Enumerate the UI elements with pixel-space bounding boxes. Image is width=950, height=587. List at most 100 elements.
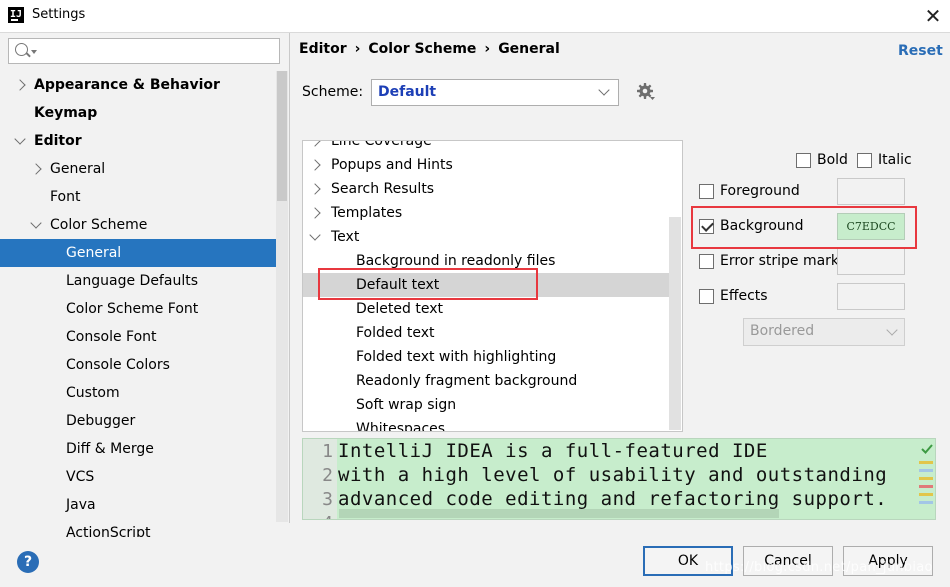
chevron-right-icon[interactable] [309,183,321,195]
preview-scrollbar[interactable] [339,509,779,518]
element-list-item[interactable]: Folded text [303,321,671,345]
element-list-label: Readonly fragment background [356,373,578,389]
settings-sidebar: Appearance & Behavior Keymap Editor General… [0,33,290,537]
search-input[interactable] [39,41,279,63]
element-list-item[interactable]: Soft wrap sign [303,393,671,417]
watermark: https://blog.csdn.net/pan_junbiao [705,560,933,575]
line-number: 4 [313,513,333,519]
breadcrumb: Editor › Color Scheme › General [299,41,560,57]
effects-style-value: Bordered [750,323,815,339]
chevron-right-icon[interactable] [14,79,26,91]
code-line[interactable]: with a high level of usability and outst… [338,464,887,486]
scheme-value: Default [378,84,437,100]
error-stripe-label: Error stripe mark [720,253,840,269]
element-tree-scrollbar[interactable] [669,217,681,430]
code-line[interactable]: IntelliJ IDEA is a full-featured IDE [338,440,768,462]
element-list-label: Popups and Hints [331,157,453,173]
element-list-item[interactable]: Search Results [303,177,671,201]
sidebar-item[interactable]: General [0,239,276,267]
sidebar-item[interactable]: ActionScript [0,519,276,537]
sidebar-item[interactable]: Editor [0,127,276,155]
error-stripe-color-swatch[interactable] [837,248,905,275]
help-button[interactable]: ? [17,551,39,573]
sidebar-item[interactable]: Language Defaults [0,267,276,295]
sidebar-item[interactable]: Color Scheme [0,211,276,239]
foreground-color-swatch[interactable] [837,178,905,205]
sidebar-item[interactable]: Java [0,491,276,519]
element-list-item[interactable]: Line Coverage [303,140,671,153]
reset-link[interactable]: Reset [898,43,943,59]
sidebar-item-label: Diff & Merge [66,441,154,457]
code-line[interactable]: advanced code editing and refactoring su… [338,488,887,510]
title-bar [0,0,950,32]
breadcrumb-editor: Editor [299,41,347,57]
effects-style-dropdown[interactable]: Bordered [743,318,905,346]
close-icon[interactable]: ✕ [920,3,946,29]
chevron-right-icon[interactable] [309,159,321,171]
chevron-down-icon[interactable] [14,133,26,145]
error-stripe-marker [919,477,933,480]
foreground-checkbox[interactable] [699,184,714,199]
breadcrumb-color-scheme: Color Scheme [368,41,477,57]
element-list-label: Whitespaces [356,421,446,432]
element-list-item[interactable]: Whitespaces [303,417,671,432]
intellij-app-icon: IJ [8,7,24,23]
italic-checkbox[interactable] [857,153,872,168]
breadcrumb-separator: › [484,41,491,57]
element-list-item[interactable]: Templates [303,201,671,225]
sidebar-item[interactable]: Console Font [0,323,276,351]
element-list-label: Line Coverage [331,140,432,149]
search-options-icon[interactable] [31,50,37,54]
element-list-item[interactable]: Popups and Hints [303,153,671,177]
chevron-right-icon[interactable] [309,141,321,147]
chevron-down-icon [598,84,610,96]
sidebar-item[interactable]: Custom [0,379,276,407]
breadcrumb-separator: › [354,41,361,57]
chevron-down-icon[interactable] [309,229,321,241]
sidebar-item[interactable]: Console Colors [0,351,276,379]
foreground-label: Foreground [720,183,800,199]
error-stripe-marker [919,461,933,464]
chevron-down-icon[interactable] [30,217,42,229]
sidebar-item[interactable]: Appearance & Behavior [0,71,276,99]
element-list-label: Folded text [356,325,435,341]
error-stripe-marker [919,469,933,472]
element-list-label: Folded text with highlighting [356,349,557,365]
chevron-down-icon [886,324,898,336]
gear-icon[interactable] [636,82,656,102]
effects-label: Effects [720,288,768,304]
sidebar-item-label: General [66,245,122,261]
sidebar-item-label: Console Colors [66,357,170,373]
sidebar-item-label: Color Scheme Font [66,301,199,317]
scheme-dropdown[interactable]: Default [371,79,619,106]
error-stripe-marker [919,501,933,504]
element-list-label: Soft wrap sign [356,397,457,413]
element-list-item[interactable]: Folded text with highlighting [303,345,671,369]
sidebar-scrollbar-thumb[interactable] [277,71,287,201]
sidebar-item-label: Font [50,189,81,205]
sidebar-item[interactable]: Debugger [0,407,276,435]
settings-tree: Appearance & Behavior Keymap Editor General… [0,71,276,537]
check-icon [921,444,933,454]
sidebar-item[interactable]: VCS [0,463,276,491]
highlight-box-default-text [318,268,538,300]
sidebar-item-label: Appearance & Behavior [34,77,220,93]
sidebar-item[interactable]: General [0,155,276,183]
effects-color-swatch[interactable] [837,283,905,310]
element-list-item[interactable]: Deleted text [303,297,671,321]
chevron-right-icon[interactable] [309,207,321,219]
error-stripe-checkbox[interactable] [699,254,714,269]
sidebar-item[interactable]: Keymap [0,99,276,127]
element-list-item[interactable]: Text [303,225,671,249]
sidebar-item[interactable]: Diff & Merge [0,435,276,463]
preview-editor[interactable]: 1 IntelliJ IDEA is a full-featured IDE 2 wi… [302,438,936,520]
sidebar-item[interactable]: Color Scheme Font [0,295,276,323]
element-list-item[interactable]: Readonly fragment background [303,369,671,393]
search-box[interactable] [8,38,280,64]
bold-checkbox[interactable] [796,153,811,168]
chevron-right-icon[interactable] [30,163,42,175]
effects-checkbox[interactable] [699,289,714,304]
line-number: 1 [322,441,333,462]
sidebar-item[interactable]: Font [0,183,276,211]
window-title: Settings [32,7,86,22]
